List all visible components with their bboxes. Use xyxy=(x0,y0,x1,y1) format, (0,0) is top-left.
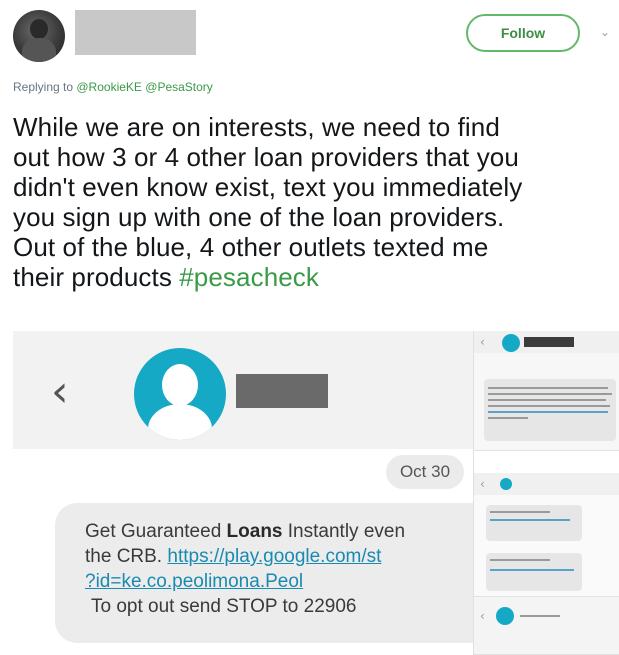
mini-back-icon: ‹ xyxy=(480,609,485,623)
sms-header: ‹ xyxy=(13,331,473,449)
mini-text-line xyxy=(490,511,550,513)
tweet-text: While we are on interests, we need to fi… xyxy=(13,112,613,292)
avatar-body xyxy=(22,38,56,62)
replying-to: Replying to @RookieKE @PesaStory xyxy=(13,80,213,94)
hashtag-link[interactable]: #pesacheck xyxy=(179,262,319,292)
user-avatar[interactable] xyxy=(13,10,65,62)
mini-text-line xyxy=(488,405,610,407)
sms-link: https://play.google.com/st xyxy=(167,546,382,567)
mini-avatar-icon xyxy=(502,334,520,352)
tweet-line: their products xyxy=(13,262,180,292)
chevron-down-icon[interactable]: ⌄ xyxy=(598,25,612,39)
sms-line-1: Get Guaranteed Loans Instantly even xyxy=(85,519,473,544)
mini-screenshot: ‹ xyxy=(474,473,619,597)
mini-text-line xyxy=(488,417,528,419)
mini-screenshot: ‹ xyxy=(474,331,619,451)
sms-text: Instantly even xyxy=(282,521,406,542)
avatar-head xyxy=(162,364,198,406)
contact-avatar-icon xyxy=(134,348,226,440)
mini-avatar-icon xyxy=(500,478,512,490)
sms-bold-text: Loans xyxy=(226,521,283,542)
mini-text-line xyxy=(490,559,550,561)
sms-optout-text: To opt out send STOP to 22906 xyxy=(91,596,357,617)
tweet-line-last: their products #pesacheck xyxy=(13,262,613,292)
reply-handle-2[interactable]: @PesaStory xyxy=(145,80,213,94)
tweet-media[interactable]: ‹ Oct 30 Get Guaranteed Loans Instantly … xyxy=(13,331,619,655)
redacted-username xyxy=(75,10,196,55)
tweet-line: Out of the blue, 4 other outlets texted … xyxy=(13,232,489,262)
screenshot-collage: ‹ ‹ ‹ xyxy=(473,331,619,655)
message-date: Oct 30 xyxy=(386,455,464,489)
back-chevron-icon: ‹ xyxy=(51,366,69,417)
tweet-line: didn't even know exist, text you immedia… xyxy=(13,172,523,202)
mini-link-line xyxy=(490,569,574,571)
mini-link-line xyxy=(490,519,570,521)
tweet-line: you sign up with one of the loan provide… xyxy=(13,202,505,232)
mini-back-icon: ‹ xyxy=(480,477,485,491)
redacted-contact-name xyxy=(236,374,328,408)
mini-screenshot: ‹ xyxy=(474,597,619,655)
sms-message-text: Get Guaranteed Loans Instantly even the … xyxy=(85,519,473,619)
mini-text-line xyxy=(488,399,606,401)
sms-text: the CRB. xyxy=(85,546,168,567)
follow-button[interactable]: Follow xyxy=(466,14,580,52)
mini-avatar-icon xyxy=(496,607,514,625)
mini-back-icon: ‹ xyxy=(480,335,485,349)
mini-link-line xyxy=(488,411,608,413)
mini-header xyxy=(474,473,619,495)
mini-text-line xyxy=(488,387,608,389)
avatar-head xyxy=(30,19,48,39)
mini-text-line xyxy=(488,393,612,395)
tweet-line: While we are on interests, we need to fi… xyxy=(13,112,500,142)
sms-line-3: ?id=ke.co.peolimona.Peol xyxy=(85,569,473,594)
mini-text-line xyxy=(520,615,560,617)
mini-redacted-name xyxy=(524,337,574,347)
sms-line-2: the CRB. https://play.google.com/st xyxy=(85,544,473,569)
avatar-body xyxy=(148,404,212,440)
sms-link: ?id=ke.co.peolimona.Peol xyxy=(85,571,304,592)
replying-prefix: Replying to xyxy=(13,80,77,94)
reply-handle-1[interactable]: @RookieKE xyxy=(76,80,142,94)
sms-text: Get Guaranteed xyxy=(85,521,227,542)
tweet-line: out how 3 or 4 other loan providers that… xyxy=(13,142,519,172)
